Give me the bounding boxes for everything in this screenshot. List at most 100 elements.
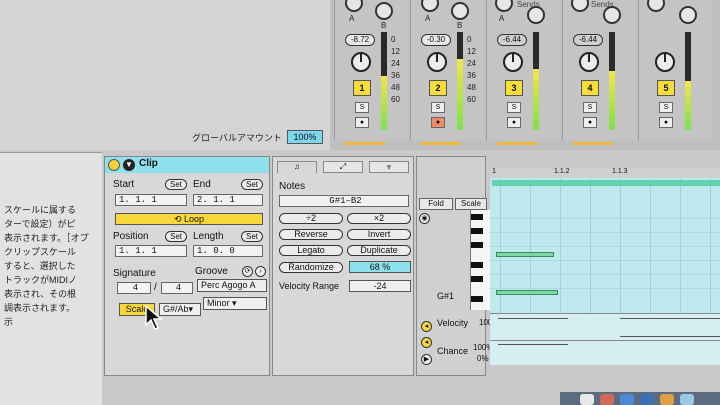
send-b-knob[interactable] xyxy=(375,2,393,20)
tab-envelopes[interactable]: ⤢ xyxy=(323,161,363,173)
start-set-button[interactable]: Set xyxy=(165,179,187,190)
volume-field[interactable]: -0.30 xyxy=(421,34,451,46)
send-b-knob[interactable] xyxy=(527,6,545,24)
length-set-button[interactable]: Set xyxy=(241,231,263,242)
pan-knob[interactable] xyxy=(579,52,599,72)
scale-highlight-button[interactable]: Scale xyxy=(455,198,487,210)
scale-root-dropdown[interactable]: G#/Ab▾ xyxy=(159,303,201,316)
timeline-ruler[interactable]: 1 1.1.2 1.1.3 xyxy=(490,168,720,178)
solo-button[interactable]: S xyxy=(583,102,597,113)
track-activator-3[interactable]: 3 xyxy=(505,80,523,96)
position-set-button[interactable]: Set xyxy=(165,231,187,242)
randomize-amount-field[interactable]: 68 % xyxy=(349,261,411,273)
solo-button[interactable]: S xyxy=(507,102,521,113)
tab-expression[interactable]: ⩔ xyxy=(369,161,409,173)
level-meter xyxy=(381,32,387,130)
volume-field[interactable]: -6.44 xyxy=(497,34,527,46)
loop-button[interactable]: ⟲ Loop xyxy=(115,213,263,225)
piano-keyboard[interactable] xyxy=(470,210,490,310)
solo-button[interactable]: S xyxy=(659,102,673,113)
send-a-knob[interactable] xyxy=(495,0,513,12)
send-a-label: A xyxy=(499,14,505,23)
track-activator-5[interactable]: 5 xyxy=(657,80,675,96)
end-label: End xyxy=(193,179,211,190)
loop-brace[interactable] xyxy=(492,180,720,186)
help-text-line: 表示され、その根 xyxy=(4,289,77,299)
app-icon[interactable] xyxy=(660,394,674,405)
send-b-knob[interactable] xyxy=(679,6,697,24)
app-icon[interactable] xyxy=(620,394,634,405)
start-field[interactable]: 1. 1. 1 xyxy=(115,194,187,206)
chance-lane-icon[interactable]: ◂ xyxy=(421,337,432,348)
scale-mode-dropdown[interactable]: Minor ▾ xyxy=(203,297,267,310)
finder-icon[interactable] xyxy=(580,394,594,405)
groove-dropdown[interactable]: Perc Agogo A xyxy=(197,279,267,292)
legato-button[interactable]: Legato xyxy=(279,245,343,256)
send-a-knob[interactable] xyxy=(421,0,439,12)
groove-hot-swap-icon[interactable]: ⟳ xyxy=(242,266,253,277)
track-activator-4[interactable]: 4 xyxy=(581,80,599,96)
halve-button[interactable]: ÷2 xyxy=(279,213,343,224)
reverse-button[interactable]: Reverse xyxy=(279,229,343,240)
tab-notes[interactable]: ♫ xyxy=(277,161,317,173)
volume-field[interactable]: -8.72 xyxy=(345,34,375,46)
pan-knob[interactable] xyxy=(427,52,447,72)
arm-button[interactable]: ● xyxy=(507,117,521,128)
send-b-knob[interactable] xyxy=(451,2,469,20)
black-key xyxy=(471,214,483,220)
arm-button[interactable]: ● xyxy=(583,117,597,128)
length-field[interactable]: 1. 0. 0 xyxy=(193,245,263,257)
midi-note[interactable] xyxy=(496,252,554,257)
send-b-knob[interactable] xyxy=(603,6,621,24)
fold-button[interactable]: Fold xyxy=(419,198,453,210)
position-field[interactable]: 1. 1. 1 xyxy=(115,245,187,257)
double-button[interactable]: ×2 xyxy=(347,213,411,224)
ruler-mark: 1.1.2 xyxy=(554,168,570,175)
send-a-knob[interactable] xyxy=(647,0,665,12)
midi-note[interactable] xyxy=(496,290,558,295)
randomize-button[interactable]: Randomize xyxy=(279,262,343,273)
strip-divider xyxy=(421,142,461,145)
solo-button[interactable]: S xyxy=(355,102,369,113)
help-text-line: 調表示されます。 xyxy=(4,303,76,313)
chance-line xyxy=(620,336,720,337)
clip-title: Clip xyxy=(139,158,158,169)
track-activator-2[interactable]: 2 xyxy=(429,80,447,96)
mouse-cursor-icon xyxy=(145,305,163,330)
note-grid[interactable] xyxy=(490,168,720,313)
db-scale: 0 12 24 36 48 60 xyxy=(391,35,400,104)
pan-knob[interactable] xyxy=(503,52,523,72)
macos-dock xyxy=(560,392,720,405)
app-store-icon[interactable] xyxy=(640,394,654,405)
velocity-lane[interactable] xyxy=(490,313,720,365)
collapse-arrow-icon[interactable]: ▼ xyxy=(123,159,135,171)
velocity-range-field[interactable]: -24 xyxy=(349,280,411,292)
mixer-strip-3: Sends A -6.44 3 S ● xyxy=(486,0,560,145)
app-icon[interactable] xyxy=(680,394,694,405)
arm-button[interactable]: ● xyxy=(355,117,369,128)
play-icon[interactable]: ▶ xyxy=(421,354,432,365)
send-a-knob[interactable] xyxy=(345,0,363,12)
help-text-line: クリップスケール xyxy=(4,247,77,257)
note-range-field[interactable]: G#1–B2 xyxy=(279,195,409,207)
volume-field[interactable]: -6.44 xyxy=(573,34,603,46)
track-activator-1[interactable]: 1 xyxy=(353,80,371,96)
signature-numerator[interactable]: 4 xyxy=(117,282,151,294)
arm-button[interactable]: ● xyxy=(431,117,445,128)
velocity-lane-icon[interactable]: ◂ xyxy=(421,321,432,332)
duplicate-button[interactable]: Duplicate xyxy=(347,245,411,256)
signature-denominator[interactable]: 4 xyxy=(161,282,193,294)
clip-color-icon[interactable] xyxy=(108,159,120,171)
end-field[interactable]: 2. 1. 1 xyxy=(193,194,263,206)
pan-knob[interactable] xyxy=(655,52,675,72)
groove-commit-icon[interactable]: › xyxy=(255,266,266,277)
end-set-button[interactable]: Set xyxy=(241,179,263,190)
invert-button[interactable]: Invert xyxy=(347,229,411,240)
global-amount-field[interactable]: 100% xyxy=(287,130,323,144)
app-icon[interactable] xyxy=(600,394,614,405)
pan-knob[interactable] xyxy=(351,52,371,72)
solo-button[interactable]: S xyxy=(431,102,445,113)
preview-icon[interactable]: ◉ xyxy=(419,213,430,224)
arm-button[interactable]: ● xyxy=(659,117,673,128)
send-a-knob[interactable] xyxy=(571,0,589,12)
